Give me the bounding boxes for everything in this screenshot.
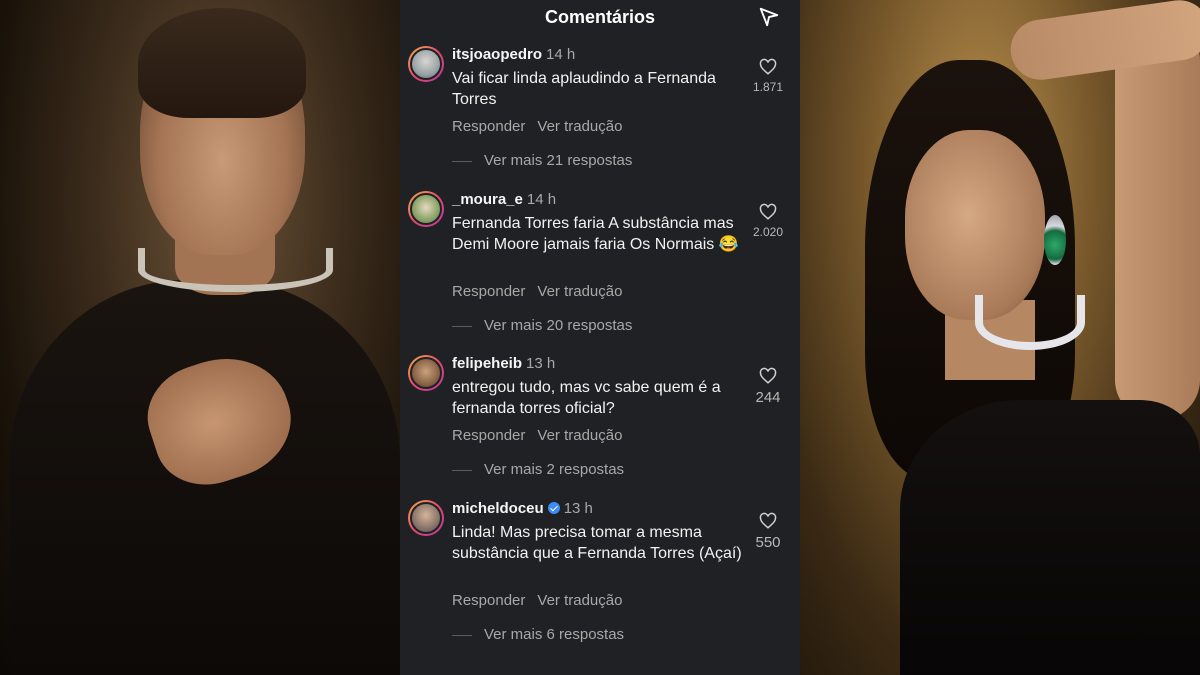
comment-time: 13 h (526, 355, 556, 372)
page-title: Comentários (544, 7, 656, 27)
comments-panel: Comentários itsjoaopedro 14 h Vai ficar l… (400, 0, 800, 675)
avatar[interactable] (408, 500, 444, 536)
paper-plane-icon[interactable] (758, 6, 780, 28)
avatar[interactable] (408, 355, 444, 391)
comment-actions: Responder Ver tradução (452, 118, 622, 135)
like-control: 550 (748, 512, 788, 551)
username[interactable]: felipeheib (452, 355, 522, 372)
right-photo-earring (1044, 215, 1066, 265)
username[interactable]: itsjoaopedro (452, 46, 542, 63)
comment-meta: micheldoceu 13 h (452, 500, 593, 517)
view-more-replies-button[interactable]: Ver mais 6 respostas (452, 626, 624, 643)
comment-time: 13 h (563, 500, 593, 517)
left-photo (0, 0, 400, 675)
verified-badge-icon (547, 502, 560, 514)
like-control: 244 (748, 367, 788, 406)
comment-meta: itsjoaopedro 14 h (452, 46, 575, 63)
right-photo-face (905, 130, 1045, 320)
comments-header: Comentários (400, 0, 800, 36)
avatar[interactable] (408, 46, 444, 82)
left-photo-necklace (138, 248, 333, 292)
comment-text: Linda! Mas precisa tomar a mesma substân… (452, 524, 742, 562)
comment-meta: _moura_e 14 h (452, 191, 556, 208)
comment-actions: Responder Ver tradução (452, 283, 622, 300)
reply-button[interactable]: Responder (452, 427, 525, 444)
like-count: 244 (755, 389, 781, 406)
heart-icon[interactable] (759, 512, 777, 530)
comment-time: 14 h (546, 46, 576, 63)
reply-button[interactable]: Responder (452, 118, 525, 135)
right-photo-necklace (975, 295, 1085, 350)
like-count: 1.871 (752, 80, 784, 94)
comment-item: felipeheib 13 h entregou tudo, mas vc sab… (400, 355, 800, 485)
comment-item: itsjoaopedro 14 h Vai ficar linda aplaudi… (400, 46, 800, 176)
like-count: 2.020 (752, 225, 784, 239)
like-control: 2.020 (748, 203, 788, 239)
like-control: 1.871 (748, 58, 788, 94)
heart-icon[interactable] (759, 58, 777, 76)
right-photo-arm (1115, 20, 1200, 420)
view-more-replies-button[interactable]: Ver mais 2 respostas (452, 461, 624, 478)
heart-icon[interactable] (759, 367, 777, 385)
view-more-replies-button[interactable]: Ver mais 21 respostas (452, 152, 632, 169)
translate-button[interactable]: Ver tradução (537, 118, 622, 135)
heart-icon[interactable] (759, 203, 777, 221)
comment-item: _moura_e 14 h Fernanda Torres faria A sub… (400, 191, 800, 341)
comment-text: entregou tudo, mas vc sabe quem é a fern… (452, 379, 721, 417)
comment-text: Vai ficar linda aplaudindo a Fernanda To… (452, 70, 716, 108)
reply-button[interactable]: Responder (452, 592, 525, 609)
comment-actions: Responder Ver tradução (452, 592, 622, 609)
left-photo-hair (138, 8, 306, 118)
translate-button[interactable]: Ver tradução (537, 592, 622, 609)
comment-meta: felipeheib 13 h (452, 355, 555, 372)
translate-button[interactable]: Ver tradução (537, 283, 622, 300)
right-photo-dress (900, 400, 1200, 675)
comment-time: 14 h (526, 191, 557, 208)
username[interactable]: _moura_e (452, 191, 523, 208)
like-count: 550 (755, 534, 781, 551)
comment-actions: Responder Ver tradução (452, 427, 622, 444)
view-more-replies-button[interactable]: Ver mais 20 respostas (452, 317, 632, 334)
username[interactable]: micheldoceu (452, 500, 544, 517)
avatar[interactable] (408, 191, 444, 227)
translate-button[interactable]: Ver tradução (537, 427, 622, 444)
reply-button[interactable]: Responder (452, 283, 525, 300)
comment-item: micheldoceu 13 h Linda! Mas precisa tomar… (400, 500, 800, 650)
comment-text: Fernanda Torres faria A substância mas D… (452, 215, 739, 253)
